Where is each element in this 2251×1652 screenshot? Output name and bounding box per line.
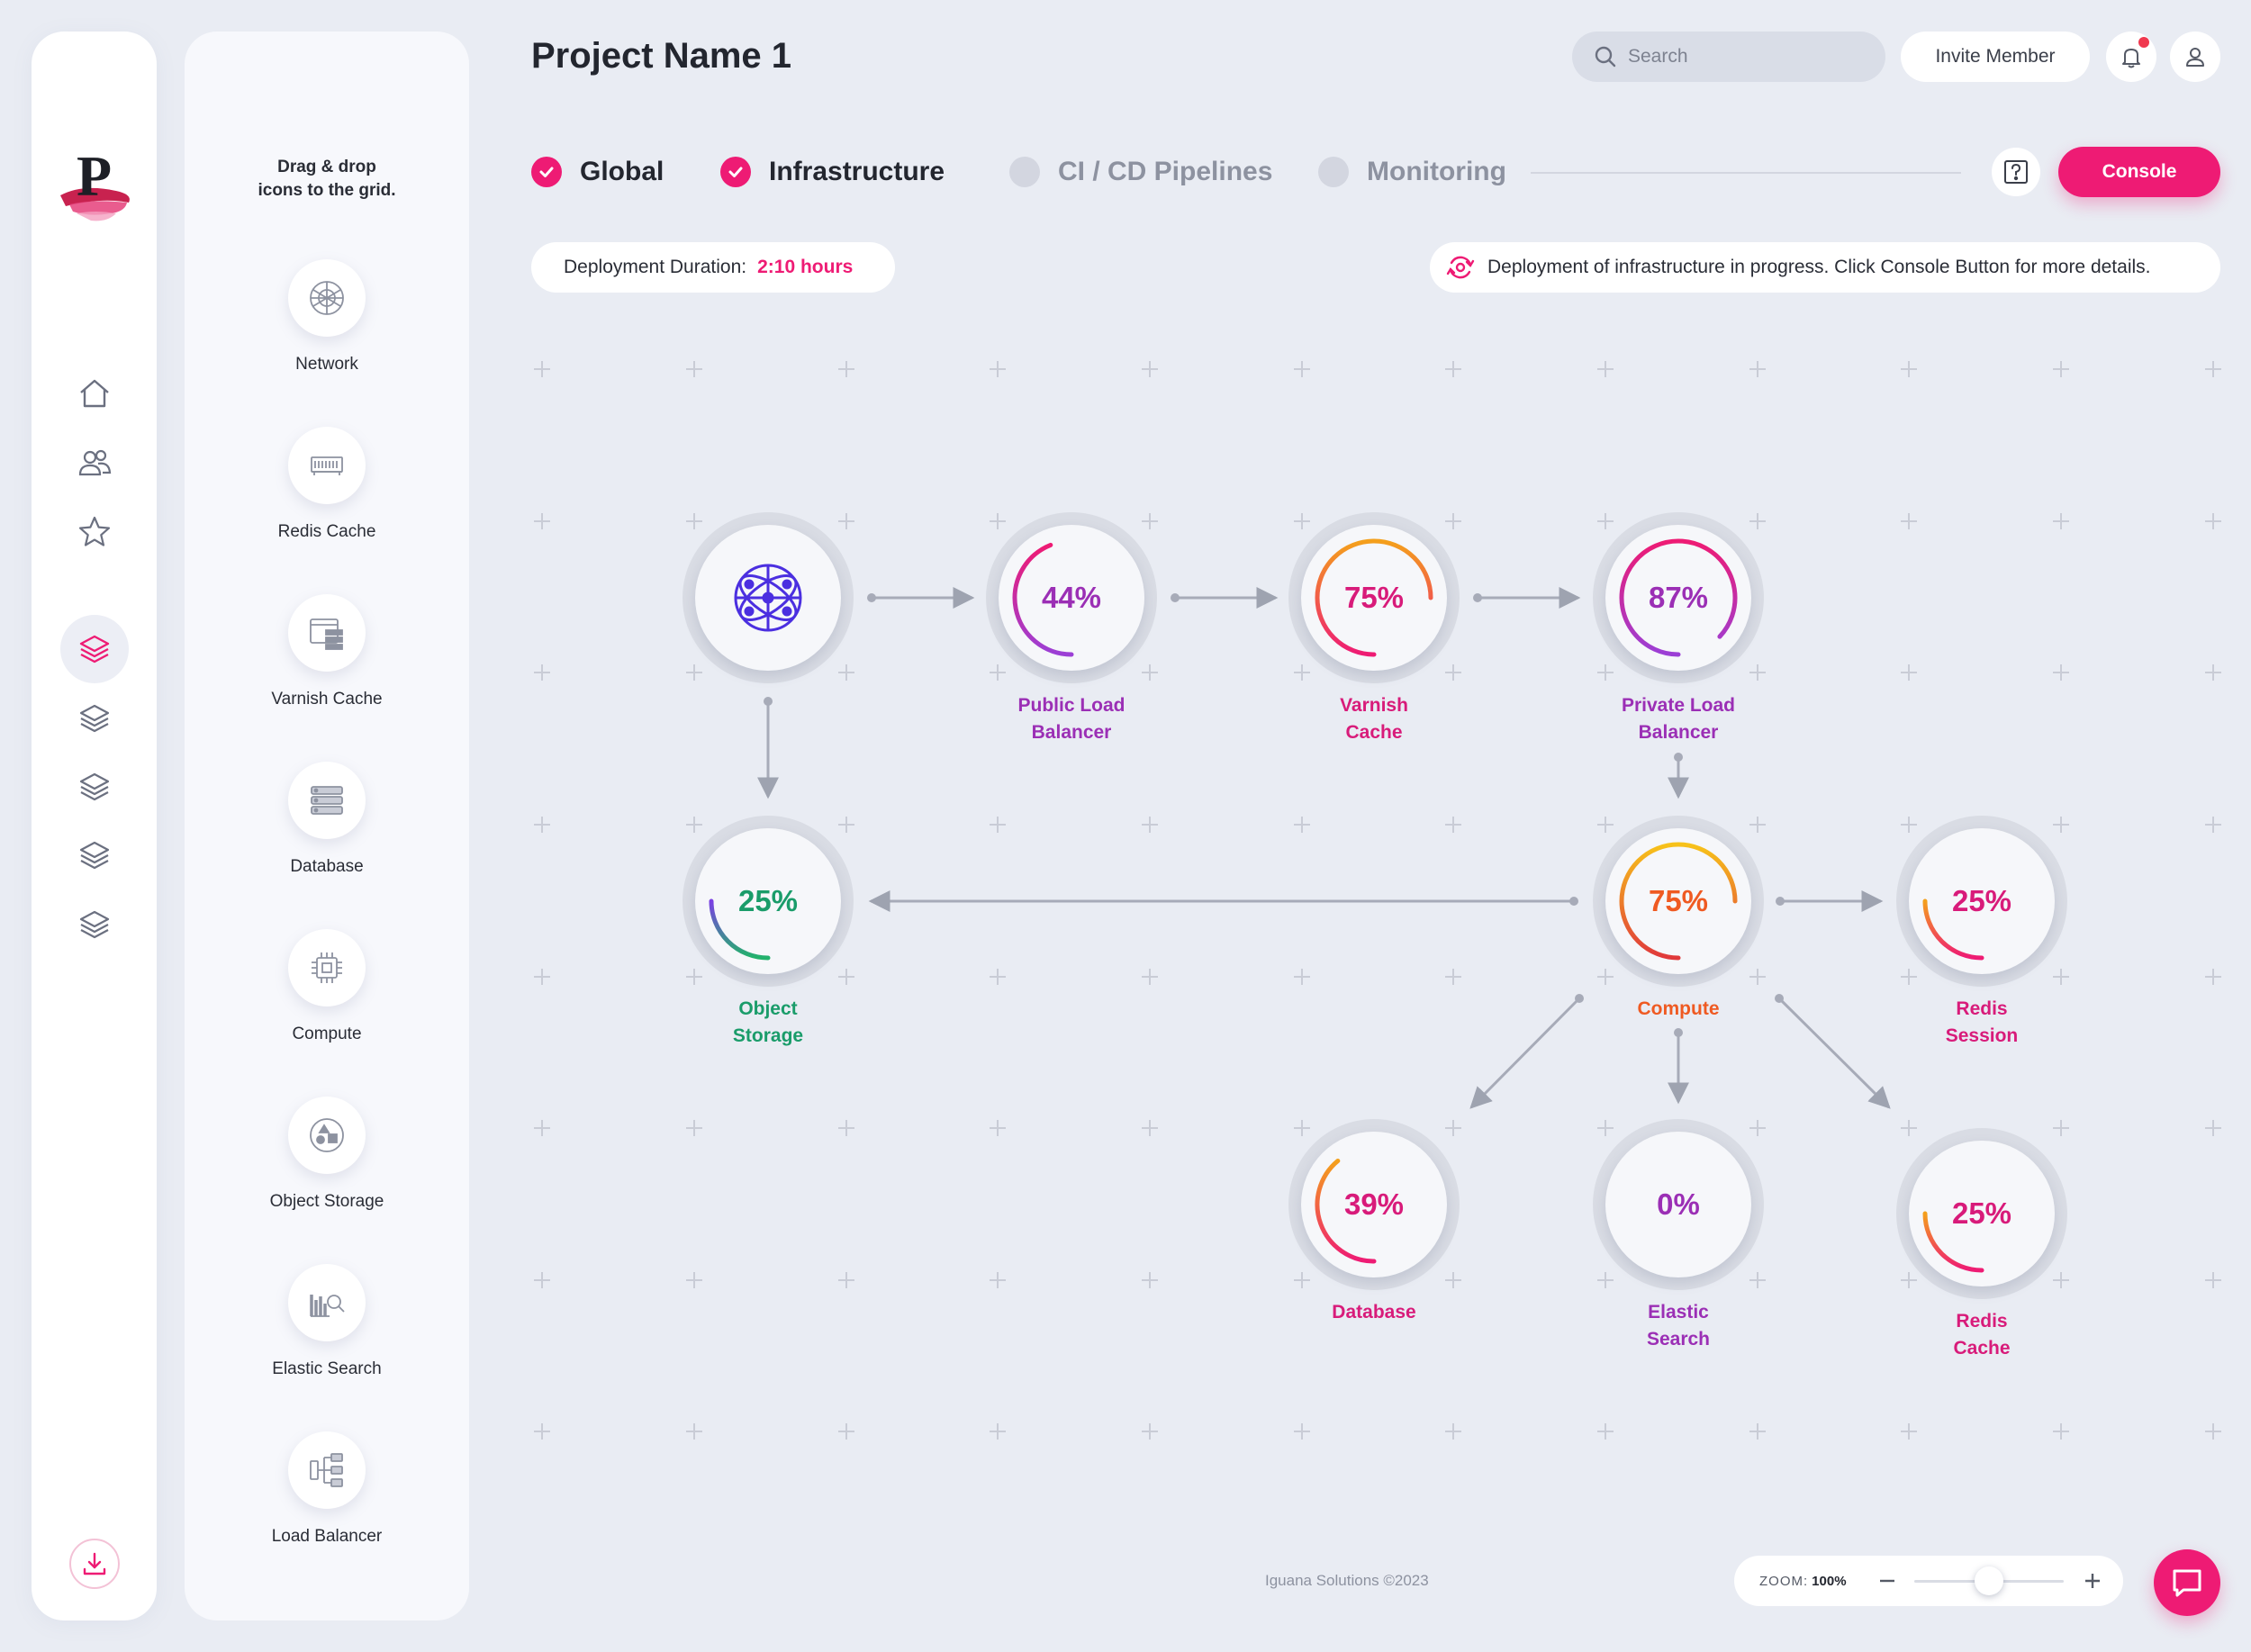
node-label: Private Load Balancer: [1621, 695, 1736, 743]
grid-plus-marker: [686, 1423, 702, 1440]
copyright: Iguana Solutions ©2023: [1265, 1572, 1429, 1589]
grid-plus-marker: [1901, 361, 1917, 377]
grid-plus-marker: [990, 361, 1006, 377]
node-label: Redis Session: [1945, 998, 2019, 1046]
grid-plus-marker: [534, 1272, 550, 1288]
node-redis-session[interactable]: 25%: [1896, 816, 2067, 987]
node-label: Database: [1332, 1302, 1416, 1323]
grid-plus-marker: [990, 969, 1006, 985]
grid-plus-marker: [1749, 1423, 1766, 1440]
node-elastic[interactable]: 0%: [1593, 1119, 1764, 1290]
grid-plus-marker: [1294, 361, 1310, 377]
connector-compute-redis-cache: [1777, 997, 1891, 1109]
node-network[interactable]: [683, 512, 854, 683]
grid-plus-marker: [534, 664, 550, 681]
grid-plus-marker: [990, 1272, 1006, 1288]
grid-plus-marker: [2205, 1272, 2221, 1288]
zoom-in-button[interactable]: [2076, 1565, 2109, 1597]
grid-plus-marker: [534, 817, 550, 833]
plus-icon: [2085, 1574, 2100, 1588]
network-icon: [734, 564, 802, 632]
grid-plus-marker: [2053, 513, 2069, 529]
grid-plus-marker: [838, 1423, 854, 1440]
grid-plus-marker: [1294, 969, 1310, 985]
grid-plus-marker: [1749, 361, 1766, 377]
grid-plus-marker: [1445, 969, 1461, 985]
grid-plus-marker: [1294, 817, 1310, 833]
grid-plus-marker: [2205, 1120, 2221, 1136]
zoom-control: ZOOM: 100%: [1734, 1556, 2123, 1606]
grid-plus-marker: [1597, 361, 1614, 377]
grid-plus-marker: [990, 817, 1006, 833]
grid-plus-marker: [1597, 1423, 1614, 1440]
grid-plus-marker: [534, 513, 550, 529]
minus-icon: [1880, 1579, 1894, 1583]
node-label: Object Storage: [732, 998, 804, 1046]
node-object-storage[interactable]: 25%: [683, 816, 854, 987]
grid-plus-marker: [838, 1272, 854, 1288]
grid-plus-marker: [1445, 361, 1461, 377]
grid-plus-marker: [534, 361, 550, 377]
grid-plus-marker: [2205, 664, 2221, 681]
grid-plus-marker: [2053, 1423, 2069, 1440]
node-compute[interactable]: 75%: [1593, 816, 1764, 987]
grid-plus-marker: [990, 1120, 1006, 1136]
grid-plus-marker: [1142, 1120, 1158, 1136]
node-label: Elastic Search: [1646, 1302, 1711, 1350]
grid-plus-marker: [990, 1423, 1006, 1440]
grid-plus-marker: [1142, 361, 1158, 377]
grid-plus-marker: [2053, 361, 2069, 377]
grid-plus-marker: [1445, 1423, 1461, 1440]
grid-plus-marker: [2053, 664, 2069, 681]
node-label: Public Load Balancer: [1017, 695, 1126, 743]
grid-plus-marker: [1294, 1423, 1310, 1440]
chat-button[interactable]: [2154, 1549, 2220, 1616]
node-redis-cache[interactable]: 25%: [1896, 1128, 2067, 1299]
grid-plus-marker: [838, 361, 854, 377]
node-public-lb[interactable]: 44%: [986, 512, 1157, 683]
grid-plus-marker: [2205, 361, 2221, 377]
grid-plus-marker: [2205, 513, 2221, 529]
chat-icon: [2173, 1569, 2201, 1597]
grid-plus-marker: [686, 1120, 702, 1136]
grid-plus-marker: [1901, 1423, 1917, 1440]
grid-plus-marker: [2205, 969, 2221, 985]
grid-plus-marker: [2205, 817, 2221, 833]
grid-plus-marker: [686, 361, 702, 377]
grid-plus-marker: [534, 1120, 550, 1136]
grid-plus-marker: [686, 1272, 702, 1288]
grid-plus-marker: [1142, 1272, 1158, 1288]
grid-plus-marker: [838, 1120, 854, 1136]
grid-plus-marker: [1142, 969, 1158, 985]
connector-compute-database: [1469, 997, 1581, 1109]
grid-plus-marker: [534, 1423, 550, 1440]
grid-plus-marker: [1142, 817, 1158, 833]
grid-plus-marker: [2205, 1423, 2221, 1440]
node-private-lb[interactable]: 87%: [1593, 512, 1764, 683]
node-varnish[interactable]: 75%: [1288, 512, 1460, 683]
node-label: Compute: [1637, 998, 1720, 1019]
zoom-slider-handle[interactable]: [1975, 1566, 2003, 1595]
node-label: Redis Cache: [1953, 1311, 2011, 1359]
grid-plus-marker: [1901, 513, 1917, 529]
grid-plus-marker: [1445, 817, 1461, 833]
grid-plus-marker: [1901, 664, 1917, 681]
grid-plus-marker: [534, 969, 550, 985]
node-label: Varnish Cache: [1340, 695, 1408, 743]
node-database[interactable]: 39%: [1288, 1119, 1460, 1290]
grid-plus-marker: [1142, 1423, 1158, 1440]
zoom-out-button[interactable]: [1871, 1565, 1903, 1597]
